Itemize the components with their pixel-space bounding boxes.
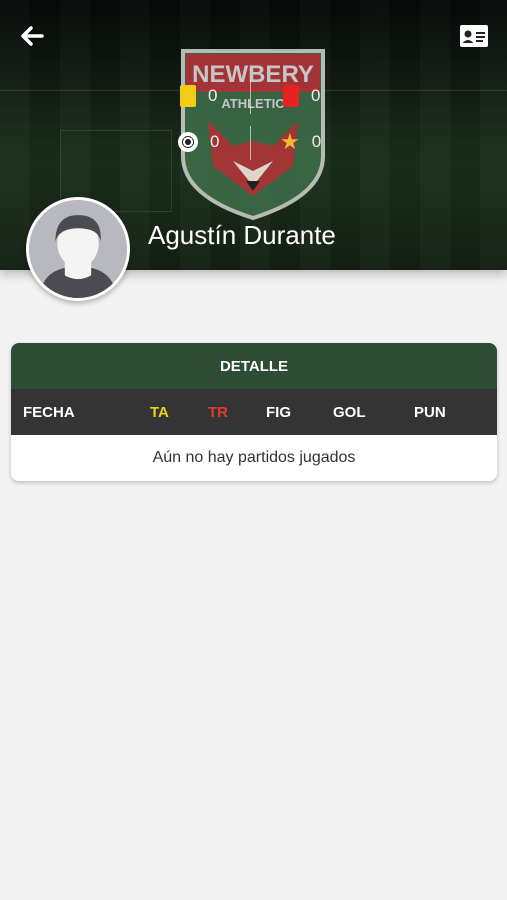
detail-table: DETALLE FECHA TA TR FIG GOL PUN Aún no h… (11, 343, 497, 481)
column-ta: TA (150, 404, 169, 421)
stats-divider-top (250, 80, 251, 114)
svg-text:ATHLETIC: ATHLETIC (221, 96, 285, 111)
user-silhouette-icon (29, 200, 127, 298)
avatar (26, 197, 130, 301)
detail-title: DETALLE (11, 343, 497, 389)
star-icon: ★ (280, 129, 300, 154)
column-pun: PUN (414, 404, 446, 421)
soccer-ball-icon (178, 132, 198, 152)
svg-text:NEWBERY: NEWBERY (192, 61, 314, 88)
goals-count: 0 (210, 132, 220, 151)
column-fig: FIG (266, 404, 291, 421)
detail-columns: FECHA TA TR FIG GOL PUN (11, 389, 497, 435)
red-card-stat: 0 (283, 85, 320, 107)
column-fecha: FECHA (23, 404, 75, 421)
stats-divider-bottom (250, 126, 251, 160)
star-stat: ★ 0 (280, 129, 322, 154)
stars-count: 0 (311, 132, 322, 151)
arrow-left-icon[interactable] (16, 20, 48, 52)
goals-stat: 0 (178, 132, 219, 152)
id-card-icon[interactable] (459, 24, 489, 48)
red-card-icon (283, 85, 299, 107)
yellow-card-count: 0 (208, 86, 218, 105)
yellow-card-icon (180, 85, 196, 107)
player-name: Agustín Durante (148, 220, 336, 250)
yellow-card-stat: 0 (180, 85, 217, 107)
column-tr: TR (208, 404, 228, 421)
empty-message: Aún no hay partidos jugados (152, 449, 356, 466)
column-gol: GOL (333, 404, 366, 421)
red-card-count: 0 (311, 86, 321, 105)
